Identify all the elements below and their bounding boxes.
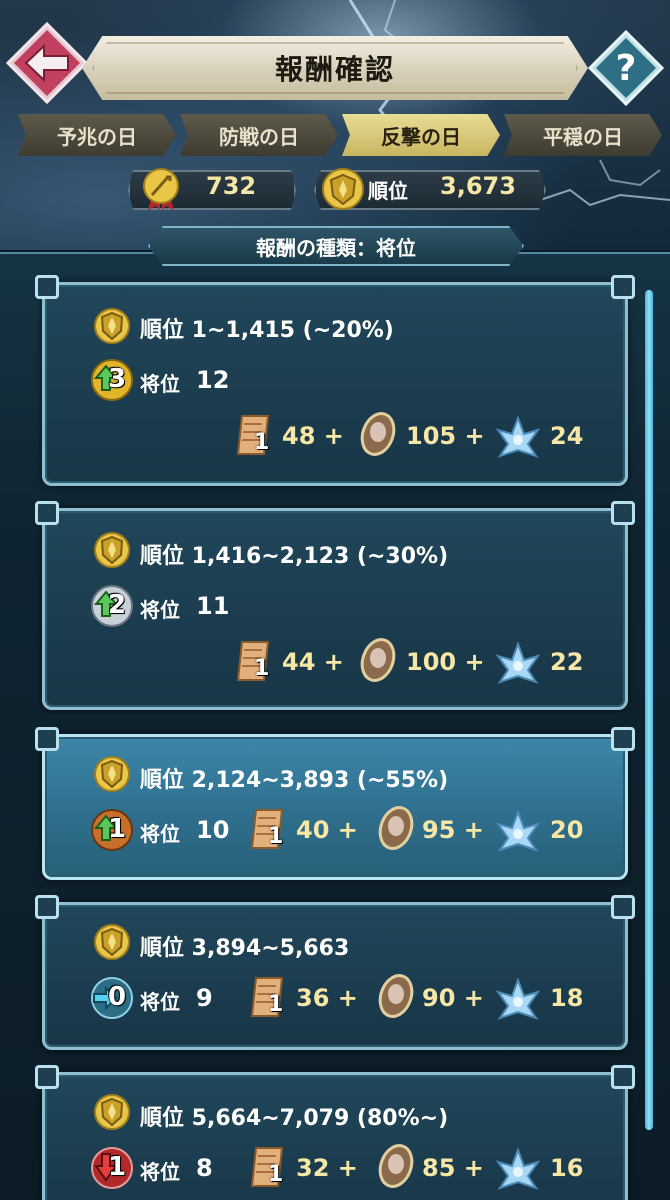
shield-rank-icon: [94, 1092, 130, 1132]
shield-rank-icon: [94, 530, 130, 570]
grade-value: 11: [196, 592, 230, 620]
grade-label: 将位: [140, 822, 180, 846]
shield-rank-icon: [94, 754, 130, 794]
grade-label: 将位: [140, 990, 180, 1014]
rank-keep-icon: 0: [88, 976, 136, 1020]
rank-change-value: 1: [108, 1152, 127, 1182]
reward-3-value: 22: [550, 648, 584, 676]
reward-2-value: 105 +: [406, 422, 485, 450]
help-button[interactable]: ?: [587, 29, 665, 107]
score-value: 732: [206, 172, 257, 200]
tier-range: 順位 3,894~5,663: [140, 936, 350, 961]
reward-2-value: 95 +: [422, 816, 484, 844]
shield-rank-icon: [322, 168, 364, 210]
tab-label: 反撃の日: [381, 124, 461, 149]
lotus-icon: [496, 415, 540, 458]
sword-medal-icon: [143, 168, 179, 210]
stone-icon: [378, 806, 414, 850]
rank-value: 3,673: [440, 172, 516, 200]
reward-3-value: 16: [550, 1154, 584, 1182]
grade-label: 将位: [140, 598, 180, 622]
stone-icon: [360, 638, 396, 682]
scroll-count: 1: [254, 430, 270, 455]
page-title: 報酬確認: [274, 53, 395, 86]
rank-change-value: 2: [108, 590, 127, 620]
lotus-icon: [496, 809, 540, 852]
reward-1-value: 48 +: [282, 422, 344, 450]
stone-icon: [378, 1144, 414, 1188]
scroll-count: 1: [268, 1162, 284, 1187]
tab-label: 予兆の日: [57, 124, 137, 149]
lotus-icon: [496, 1147, 540, 1190]
reward-type-bar: 報酬の種類：将位: [148, 226, 524, 266]
scroll-count: 1: [254, 656, 270, 681]
reward-2-value: 90 +: [422, 984, 484, 1012]
grade-value: 8: [196, 1154, 213, 1182]
grade-label: 将位: [140, 372, 180, 396]
rank-up-icon: 1: [88, 808, 136, 852]
lotus-icon: [496, 977, 540, 1020]
reward-3-value: 24: [550, 422, 584, 450]
title-plate: 報酬確認: [82, 36, 588, 100]
reward-type-label: 報酬の種類：将位: [256, 235, 416, 260]
tab-defense-day[interactable]: 防戦の日: [180, 114, 338, 156]
rank-up-icon: 2: [88, 584, 136, 628]
scroll-count: 1: [268, 824, 284, 849]
tab-omen-day[interactable]: 予兆の日: [18, 114, 176, 156]
rank-up-icon: 3: [88, 358, 136, 402]
shield-rank-icon: [94, 922, 130, 962]
lotus-icon: [496, 641, 540, 684]
rank-label: 順位: [368, 179, 408, 203]
reward-1-value: 40 +: [296, 816, 358, 844]
reward-1-value: 44 +: [282, 648, 344, 676]
tab-counter-day[interactable]: 反撃の日: [342, 114, 500, 156]
grade-value: 12: [196, 366, 230, 394]
grade-label: 将位: [140, 1160, 180, 1184]
reward-1-value: 32 +: [296, 1154, 358, 1182]
back-button[interactable]: [6, 22, 88, 104]
rank-change-value: 0: [108, 982, 127, 1012]
stone-icon: [378, 974, 414, 1018]
rank-change-value: 1: [108, 814, 127, 844]
rank-change-value: 3: [108, 364, 127, 394]
stone-icon: [360, 412, 396, 456]
reward-3-value: 20: [550, 816, 584, 844]
tab-peace-day[interactable]: 平穏の日: [504, 114, 662, 156]
question-icon: ?: [587, 29, 665, 107]
reward-3-value: 18: [550, 984, 584, 1012]
scroll-count: 1: [268, 992, 284, 1017]
help-label: ?: [616, 48, 637, 89]
reward-2-value: 85 +: [422, 1154, 484, 1182]
rank-down-icon: 1: [88, 1146, 136, 1190]
reward-2-value: 100 +: [406, 648, 485, 676]
tier-range: 順位 1,416~2,123 (~30%): [140, 544, 449, 569]
scrollbar-thumb[interactable]: [645, 290, 653, 1130]
tier-range: 順位 5,664~7,079 (80%~): [140, 1106, 449, 1131]
tier-range: 順位 2,124~3,893 (~55%): [140, 768, 449, 793]
tier-range: 順位 1~1,415 (~20%): [140, 318, 394, 343]
shield-rank-icon: [94, 306, 130, 346]
grade-value: 10: [196, 816, 230, 844]
reward-1-value: 36 +: [296, 984, 358, 1012]
grade-value: 9: [196, 984, 213, 1012]
tab-label: 防戦の日: [219, 124, 299, 149]
tab-label: 平穏の日: [543, 124, 623, 149]
